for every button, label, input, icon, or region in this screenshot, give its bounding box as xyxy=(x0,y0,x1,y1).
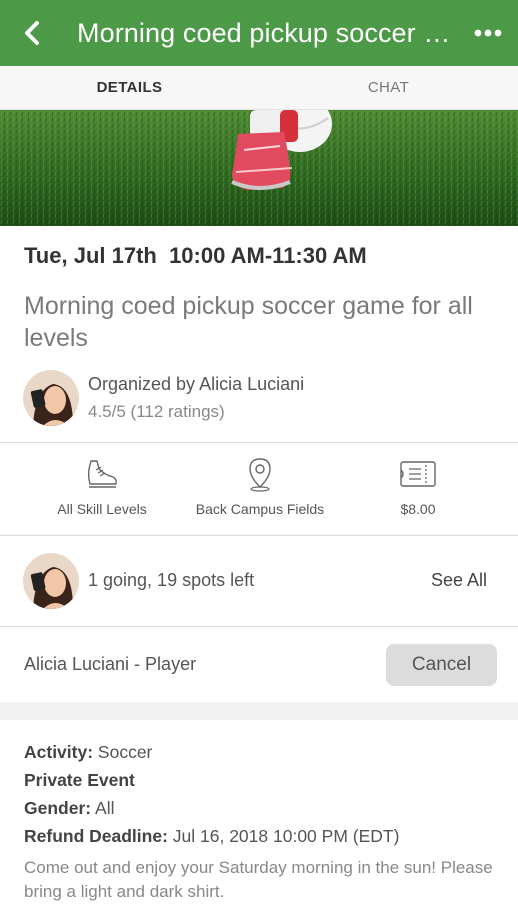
refund-key: Refund Deadline: xyxy=(24,826,168,846)
privacy-value: Private Event xyxy=(24,770,135,790)
location-pin-icon xyxy=(249,458,271,492)
section-separator xyxy=(0,702,518,720)
organizer-avatar[interactable] xyxy=(23,370,79,426)
event-datetime: Tue, Jul 17th 10:00 AM-11:30 AM xyxy=(24,243,367,268)
sneaker-icon xyxy=(87,460,117,488)
organizer-rating: 4.5/5 (112 ratings) xyxy=(88,402,225,421)
refund-value: Jul 16, 2018 10:00 PM (EDT) xyxy=(172,826,400,846)
skill-level-info: All Skill Levels xyxy=(54,456,150,517)
activity-key: Activity: xyxy=(24,742,94,762)
back-button[interactable] xyxy=(0,0,64,66)
attendance-summary: 1 going, 19 spots left xyxy=(88,570,255,590)
tab-chat[interactable]: CHAT xyxy=(259,66,518,109)
privacy-row: Private Event xyxy=(24,766,399,794)
cancel-button[interactable]: Cancel xyxy=(386,644,497,686)
tab-bar: DETAILS CHAT xyxy=(0,66,518,110)
ticket-icon xyxy=(400,461,436,487)
event-hero-image xyxy=(0,110,518,226)
price-label: $8.00 xyxy=(400,501,436,517)
organizer-name[interactable]: Organized by Alicia Luciani xyxy=(88,374,304,395)
event-title: Morning coed pickup soccer game for all … xyxy=(24,292,473,352)
divider xyxy=(0,535,518,536)
more-horizontal-icon xyxy=(474,29,502,37)
app-header: Morning coed pickup soccer ga... xyxy=(0,0,518,66)
attendee-avatar[interactable] xyxy=(23,553,79,609)
skill-level-label: All Skill Levels xyxy=(57,501,147,517)
tab-details[interactable]: DETAILS xyxy=(0,66,259,109)
registered-player: Alicia Luciani - Player xyxy=(24,654,197,674)
gender-value: All xyxy=(95,798,115,818)
gender-key: Gender: xyxy=(24,798,92,818)
price-info: $8.00 xyxy=(378,456,458,517)
location-info[interactable]: Back Campus Fields xyxy=(190,456,330,517)
more-options-button[interactable] xyxy=(458,0,518,66)
event-details: Activity: Soccer Private Event Gender: A… xyxy=(24,738,399,850)
page-title: Morning coed pickup soccer ga... xyxy=(77,17,458,48)
refund-row: Refund Deadline: Jul 16, 2018 10:00 PM (… xyxy=(24,822,399,850)
activity-row: Activity: Soccer xyxy=(24,738,399,766)
location-label: Back Campus Fields xyxy=(195,501,325,517)
gender-row: Gender: All xyxy=(24,794,399,822)
event-description: Come out and enjoy your Saturday morning… xyxy=(24,858,493,901)
see-all-button[interactable]: See All xyxy=(431,570,487,591)
divider xyxy=(0,626,518,627)
activity-value: Soccer xyxy=(97,742,153,762)
divider xyxy=(0,442,518,443)
chevron-left-icon xyxy=(25,21,39,45)
